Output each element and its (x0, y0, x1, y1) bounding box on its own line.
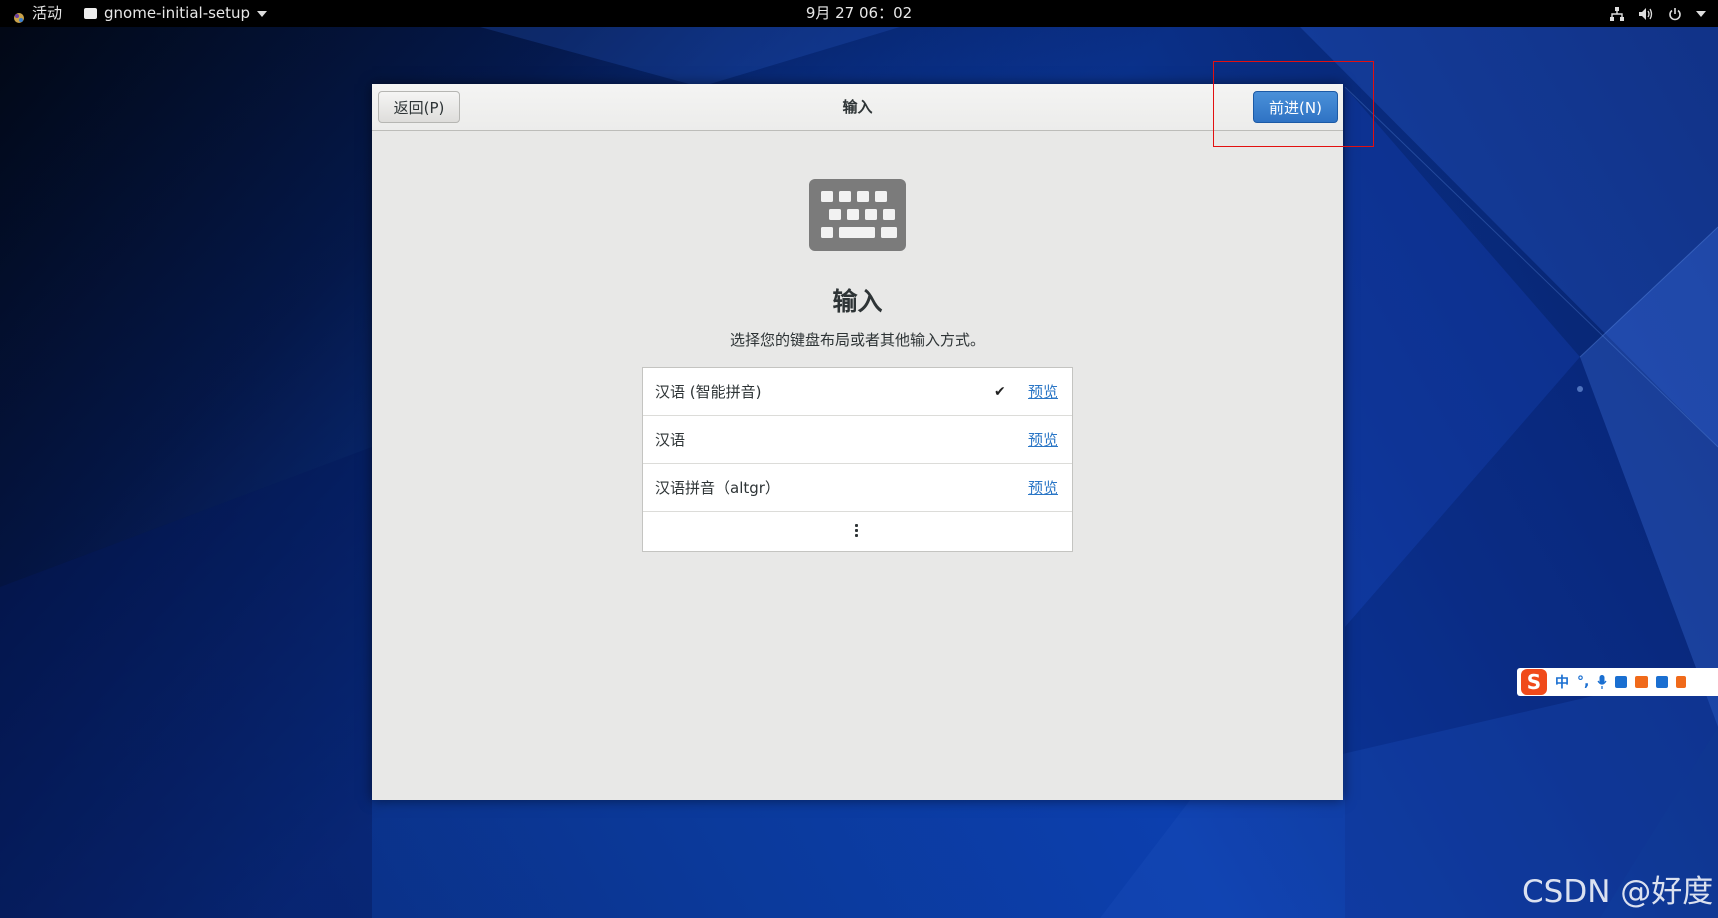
volume-icon (1639, 7, 1653, 20)
input-source-row[interactable]: 汉语拼音（altgr） 预览 (643, 464, 1072, 512)
fedora-logo-icon (12, 7, 26, 23)
activities-button[interactable]: 活动 (12, 0, 62, 27)
header-title: 输入 (842, 98, 873, 116)
highlight-annotation-box (1213, 61, 1374, 147)
skin-icon[interactable] (1635, 676, 1649, 688)
system-tray[interactable] (1610, 0, 1706, 27)
initial-setup-window: 返回(P) 输入 前进(N) 输入 选择您的键盘布局或者其他输入方式。 汉语 (… (372, 84, 1343, 800)
preview-link[interactable]: 预览 (1028, 368, 1058, 416)
network-icon (1610, 6, 1624, 21)
sogou-logo-icon[interactable]: S (1521, 669, 1547, 695)
activities-label: 活动 (32, 4, 63, 22)
input-source-label: 汉语 (655, 431, 686, 449)
input-source-row[interactable]: 汉语 预览 (643, 416, 1072, 464)
input-source-list: 汉语 (智能拼音) ✔ 预览 汉语 预览 汉语拼音（altgr） 预览 (642, 367, 1073, 552)
input-source-label: 汉语 (智能拼音) (655, 383, 762, 401)
system-menu-chevron-icon (1696, 10, 1706, 17)
top-bar: 活动 gnome-initial-setup 9月 27 06：02 (0, 0, 1718, 27)
app-menu[interactable]: gnome-initial-setup (84, 0, 268, 27)
header-bar: 返回(P) 输入 前进(N) (372, 84, 1343, 131)
preview-link[interactable]: 预览 (1028, 416, 1058, 464)
page-subtitle: 选择您的键盘布局或者其他输入方式。 (729, 331, 985, 349)
more-vertical-icon (855, 524, 859, 539)
ime-mode-toggle[interactable]: 中 (1555, 672, 1569, 692)
window-icon (84, 8, 97, 19)
extra-tool-icon[interactable] (1676, 676, 1687, 688)
page-heading: 输入 (832, 287, 883, 316)
clock-label[interactable]: 9月 27 06：02 (806, 4, 912, 22)
input-source-label: 汉语拼音（altgr） (655, 479, 780, 497)
more-sources-button[interactable] (643, 512, 1072, 551)
back-button[interactable]: 返回(P) (378, 91, 460, 123)
power-icon (1669, 7, 1681, 20)
watermark: CSDN @好度 (1522, 874, 1714, 910)
ime-punctuation-toggle[interactable]: °, (1577, 674, 1589, 690)
app-menu-label: gnome-initial-setup (104, 4, 251, 22)
keyboard-icon (809, 179, 906, 251)
microphone-icon[interactable] (1597, 675, 1607, 689)
chevron-down-icon (257, 10, 268, 17)
soft-keyboard-icon[interactable] (1615, 676, 1628, 688)
preview-link[interactable]: 预览 (1028, 464, 1058, 512)
check-icon: ✔ (994, 384, 1006, 400)
toolbox-icon[interactable] (1656, 676, 1669, 688)
ime-toolbar[interactable]: S 中 °, (1517, 668, 1718, 696)
header-title-wrap: 输入 (372, 84, 1343, 130)
input-source-row[interactable]: 汉语 (智能拼音) ✔ 预览 (643, 368, 1072, 416)
